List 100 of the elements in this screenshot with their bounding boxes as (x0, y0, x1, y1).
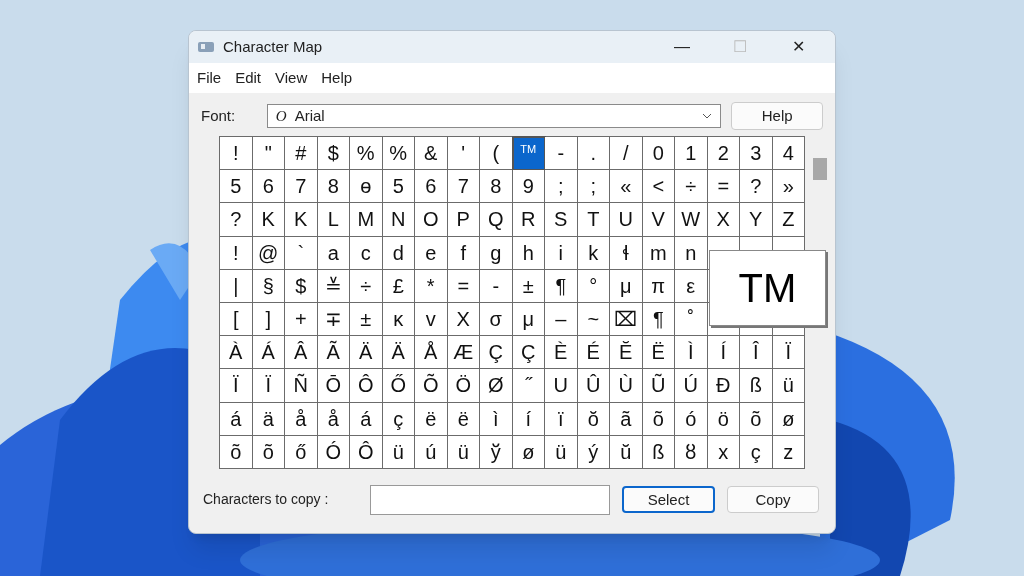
character-cell[interactable]: Î (740, 336, 773, 370)
character-cell[interactable]: 6 (415, 170, 448, 204)
character-cell[interactable]: 0 (642, 137, 675, 171)
menu-item[interactable]: Edit (235, 66, 262, 90)
character-cell[interactable]: 6 (252, 170, 285, 204)
character-cell[interactable]: Ï (772, 336, 805, 370)
character-cell[interactable]: ⌧ (610, 302, 643, 337)
character-cell[interactable]: – (545, 302, 578, 337)
character-cell[interactable]: Ö (447, 369, 480, 403)
character-cell[interactable]: á (220, 402, 253, 436)
character-cell[interactable]: Ï (252, 369, 285, 403)
character-cell[interactable]: ß (740, 369, 773, 403)
character-cell[interactable]: + (285, 302, 318, 337)
character-cell[interactable]: Û (577, 369, 610, 403)
character-cell[interactable]: Ï (220, 369, 253, 403)
character-cell[interactable]: ú (415, 435, 448, 469)
character-cell[interactable]: v (415, 302, 448, 337)
character-cell[interactable]: ± (350, 302, 383, 337)
character-cell[interactable]: Å (415, 336, 448, 370)
character-cell[interactable]: U (545, 369, 578, 403)
character-cell[interactable]: K (252, 203, 285, 237)
character-cell[interactable]: È (545, 336, 578, 370)
character-cell[interactable]: ɬ (610, 236, 643, 270)
character-cell[interactable]: õ (740, 402, 773, 436)
character-cell[interactable]: 2 (707, 137, 740, 171)
character-cell[interactable]: ! (220, 236, 253, 270)
character-cell[interactable]: ü (772, 369, 805, 403)
character-cell[interactable]: ŭ (610, 435, 643, 469)
character-cell[interactable]: ў (480, 435, 513, 469)
character-cell[interactable]: Q (480, 203, 513, 237)
character-cell[interactable]: ` (285, 236, 318, 270)
character-cell[interactable]: | (220, 269, 253, 303)
character-cell[interactable]: ȣ (675, 435, 708, 469)
character-cell[interactable]: Ä (350, 336, 383, 370)
character-cell[interactable]: á (350, 402, 383, 436)
character-cell[interactable]: Á (252, 336, 285, 370)
character-cell[interactable]: ã (610, 402, 643, 436)
character-cell[interactable]: n (675, 236, 708, 270)
character-cell[interactable]: Ç (480, 336, 513, 370)
character-cell[interactable]: Ũ (642, 369, 675, 403)
close-button[interactable]: ✕ (769, 32, 827, 62)
character-cell[interactable]: " (252, 137, 285, 171)
character-cell[interactable]: X (707, 203, 740, 237)
character-cell[interactable]: Õ (415, 369, 448, 403)
character-cell[interactable]: 5 (382, 170, 415, 204)
character-cell[interactable]: g (480, 236, 513, 270)
character-cell[interactable]: ÷ (350, 269, 383, 303)
character-cell[interactable]: Ĕ (610, 336, 643, 370)
character-cell[interactable]: Ő (382, 369, 415, 403)
character-cell[interactable]: Í (707, 336, 740, 370)
character-cell[interactable]: % (382, 137, 415, 171)
character-cell[interactable]: Ù (610, 369, 643, 403)
character-cell[interactable]: 9 (512, 170, 545, 204)
character-cell[interactable]: 7 (447, 170, 480, 204)
character-cell[interactable]: ő (285, 435, 318, 469)
character-cell[interactable]: R (512, 203, 545, 237)
character-cell[interactable]: Ì (675, 336, 708, 370)
character-cell[interactable]: ï (545, 402, 578, 436)
character-cell[interactable]: V (642, 203, 675, 237)
copy-button[interactable]: Copy (727, 486, 819, 514)
character-cell[interactable]: W (675, 203, 708, 237)
character-cell[interactable]: õ (220, 435, 253, 469)
character-cell[interactable]: e (415, 236, 448, 270)
character-cell[interactable]: 8 (317, 170, 350, 204)
character-cell[interactable]: T (577, 203, 610, 237)
character-cell[interactable]: TM (512, 137, 545, 171)
character-cell[interactable]: # (285, 137, 318, 171)
character-cell[interactable]: μ (610, 269, 643, 303)
character-cell[interactable]: Ë (642, 336, 675, 370)
character-cell[interactable]: S (545, 203, 578, 237)
character-cell[interactable]: = (707, 170, 740, 204)
character-cell[interactable]: ; (577, 170, 610, 204)
menu-item[interactable]: Help (321, 66, 353, 90)
character-cell[interactable]: ' (447, 137, 480, 171)
character-cell[interactable]: « (610, 170, 643, 204)
character-cell[interactable]: $ (285, 269, 318, 303)
select-button[interactable]: Select (622, 486, 715, 514)
character-cell[interactable]: - (545, 137, 578, 171)
character-cell[interactable]: É (577, 336, 610, 370)
character-cell[interactable]: 8 (480, 170, 513, 204)
character-cell[interactable]: ; (545, 170, 578, 204)
character-cell[interactable]: Ø (480, 369, 513, 403)
character-cell[interactable]: 4 (772, 137, 805, 171)
character-cell[interactable]: å (285, 402, 318, 436)
character-cell[interactable]: ì (480, 402, 513, 436)
character-cell[interactable]: O (415, 203, 448, 237)
character-cell[interactable]: 5 (220, 170, 253, 204)
scrollbar-thumb[interactable] (813, 158, 827, 180)
character-cell[interactable]: σ (480, 302, 513, 337)
character-cell[interactable]: ë (415, 402, 448, 436)
help-button[interactable]: Help (731, 102, 823, 130)
character-cell[interactable]: i (545, 236, 578, 270)
character-cell[interactable]: ɵ (350, 170, 383, 204)
character-cell[interactable]: [ (220, 302, 253, 337)
character-cell[interactable]: U (610, 203, 643, 237)
character-cell[interactable]: 7 (285, 170, 318, 204)
character-cell[interactable]: Ç (512, 336, 545, 370)
character-cell[interactable]: Y (740, 203, 773, 237)
character-cell[interactable]: ¶ (545, 269, 578, 303)
minimize-button[interactable]: — (653, 32, 711, 62)
